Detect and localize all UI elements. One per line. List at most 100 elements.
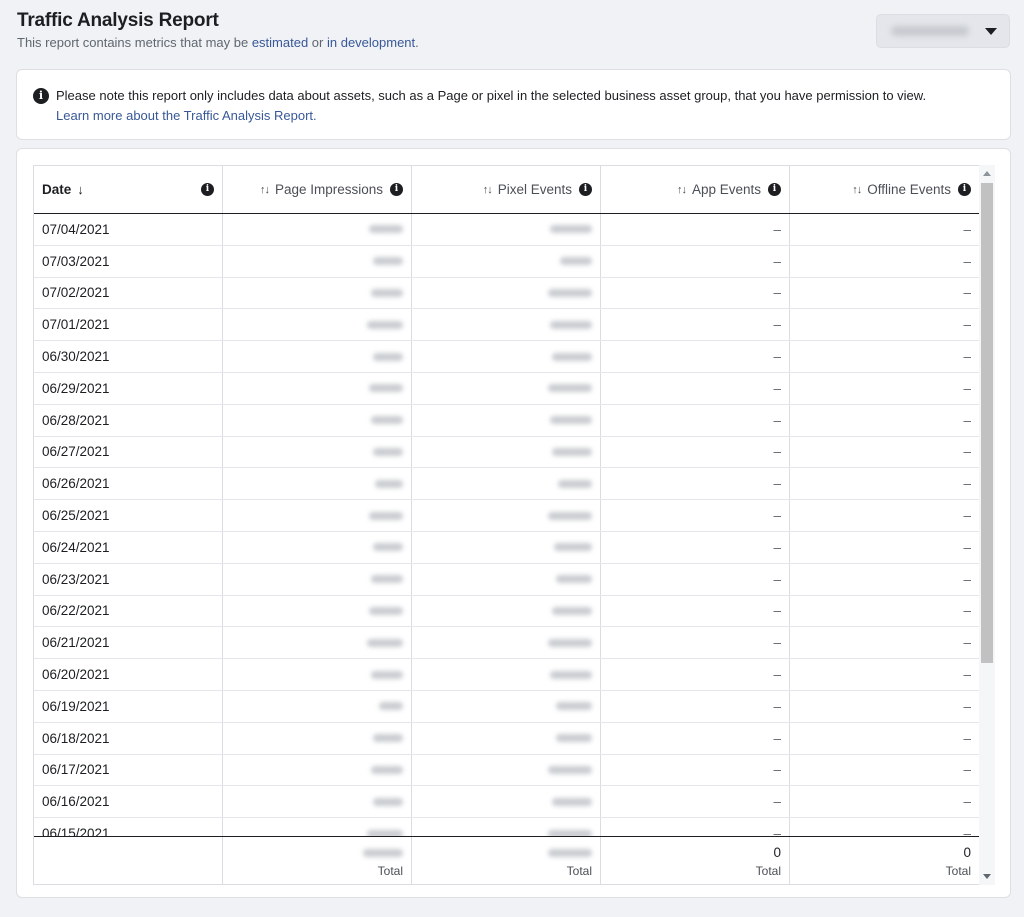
- cell-offline-events: –: [963, 380, 971, 396]
- cell-app-events: –: [601, 531, 790, 563]
- cell-pixel-events: [412, 245, 601, 277]
- cell-offline-events: –: [963, 603, 971, 619]
- table-row: 06/15/2021 – –: [34, 818, 979, 836]
- cell-date: 06/25/2021: [34, 500, 223, 531]
- cell-offline-events: –: [963, 794, 971, 810]
- total-cell-offline-events: 0 Total: [945, 845, 971, 878]
- cell-date: 06/23/2021: [34, 563, 223, 595]
- cell-pixel-events: [412, 404, 601, 436]
- cell-app-events: –: [601, 436, 790, 468]
- cell-page-impressions: [223, 372, 412, 404]
- cell-app-events: –: [601, 500, 790, 531]
- caret-down-icon: [985, 28, 997, 35]
- cell-date: 06/15/2021: [34, 818, 223, 836]
- page-title: Traffic Analysis Report: [17, 10, 219, 31]
- learn-more-link[interactable]: Learn more about the Traffic Analysis Re…: [56, 108, 317, 123]
- sort-icon: ↑↓: [259, 183, 270, 196]
- cell-page-impressions: [223, 786, 412, 818]
- sort-icon: ↑↓: [482, 183, 493, 196]
- redacted-value: [373, 797, 403, 806]
- redacted-value: [548, 384, 592, 393]
- table-header: Date ↓ i ↑↓ Page Impressions i ↑↓ Pixel E…: [34, 166, 979, 214]
- business-asset-group-selector[interactable]: [876, 14, 1010, 48]
- permission-notice: i Please note this report only includes …: [16, 69, 1011, 140]
- column-header-pixel-events[interactable]: ↑↓ Pixel Events i: [412, 166, 601, 213]
- cell-app-events: –: [601, 563, 790, 595]
- cell-date: 06/26/2021: [34, 468, 223, 500]
- redacted-value: [548, 765, 592, 774]
- estimated-link[interactable]: estimated: [252, 35, 308, 50]
- cell-offline-events: –: [963, 508, 971, 524]
- cell-date: 06/17/2021: [34, 754, 223, 786]
- cell-offline-events: –: [963, 571, 971, 587]
- cell-offline-events: –: [963, 285, 971, 301]
- table-scrollbar[interactable]: [979, 165, 995, 885]
- info-icon[interactable]: i: [958, 183, 971, 196]
- cell-app-events: –: [601, 754, 790, 786]
- table-row: 06/21/2021 – –: [34, 627, 979, 660]
- cell-pixel-events: [412, 754, 601, 786]
- cell-date: 06/21/2021: [34, 627, 223, 659]
- scroll-up-icon[interactable]: [983, 171, 991, 176]
- cell-pixel-events: [412, 786, 601, 818]
- scroll-down-icon[interactable]: [983, 874, 991, 879]
- notice-text: Please note this report only includes da…: [56, 88, 927, 103]
- column-header-app-events[interactable]: ↑↓ App Events i: [601, 166, 790, 213]
- redacted-value: [371, 765, 403, 774]
- cell-date: 06/22/2021: [34, 595, 223, 627]
- info-icon[interactable]: i: [768, 183, 781, 196]
- redacted-value: [550, 320, 592, 329]
- redacted-value: [552, 797, 592, 806]
- redacted-selector-label: [891, 26, 969, 36]
- cell-page-impressions: [223, 341, 412, 372]
- cell-page-impressions: [223, 404, 412, 436]
- table-row: 07/04/2021 – –: [34, 214, 979, 246]
- cell-date: 06/29/2021: [34, 372, 223, 404]
- cell-pixel-events: [412, 563, 601, 595]
- redacted-value: [379, 702, 403, 711]
- redacted-value: [371, 670, 403, 679]
- cell-page-impressions: [223, 754, 412, 786]
- info-icon[interactable]: i: [579, 183, 592, 196]
- cell-offline-events: –: [963, 476, 971, 492]
- redacted-value: [367, 638, 403, 647]
- sort-descending-icon: ↓: [77, 182, 84, 197]
- redacted-value: [373, 352, 403, 361]
- redacted-value: [548, 288, 592, 297]
- redacted-value: [548, 849, 592, 857]
- in-development-link[interactable]: in development: [327, 35, 415, 50]
- redacted-value: [550, 416, 592, 425]
- redacted-value: [363, 849, 403, 857]
- redacted-value: [548, 638, 592, 647]
- cell-app-events: –: [601, 786, 790, 818]
- cell-date: 06/30/2021: [34, 341, 223, 372]
- cell-pixel-events: [412, 627, 601, 659]
- info-icon[interactable]: i: [201, 183, 214, 196]
- redacted-value: [558, 479, 592, 488]
- cell-date: 06/28/2021: [34, 404, 223, 436]
- cell-offline-events: –: [963, 221, 971, 237]
- info-icon[interactable]: i: [390, 183, 403, 196]
- cell-page-impressions: [223, 214, 412, 245]
- cell-pixel-events: [412, 595, 601, 627]
- redacted-value: [552, 352, 592, 361]
- column-header-date[interactable]: Date ↓ i: [34, 166, 223, 213]
- cell-pixel-events: [412, 531, 601, 563]
- redacted-value: [367, 320, 403, 329]
- column-header-offline-events[interactable]: ↑↓ Offline Events i: [790, 166, 979, 213]
- cell-date: 07/02/2021: [34, 277, 223, 309]
- cell-page-impressions: [223, 818, 412, 836]
- cell-page-impressions: [223, 690, 412, 722]
- table-row: 06/23/2021 – –: [34, 563, 979, 596]
- cell-pixel-events: [412, 214, 601, 245]
- cell-app-events: –: [601, 818, 790, 836]
- redacted-value: [550, 670, 592, 679]
- redacted-value: [371, 416, 403, 425]
- redacted-value: [373, 447, 403, 456]
- cell-app-events: –: [601, 690, 790, 722]
- cell-app-events: –: [601, 372, 790, 404]
- cell-pixel-events: [412, 341, 601, 372]
- scrollbar-thumb[interactable]: [981, 183, 993, 663]
- cell-offline-events: –: [963, 317, 971, 333]
- column-header-page-impressions[interactable]: ↑↓ Page Impressions i: [223, 166, 412, 213]
